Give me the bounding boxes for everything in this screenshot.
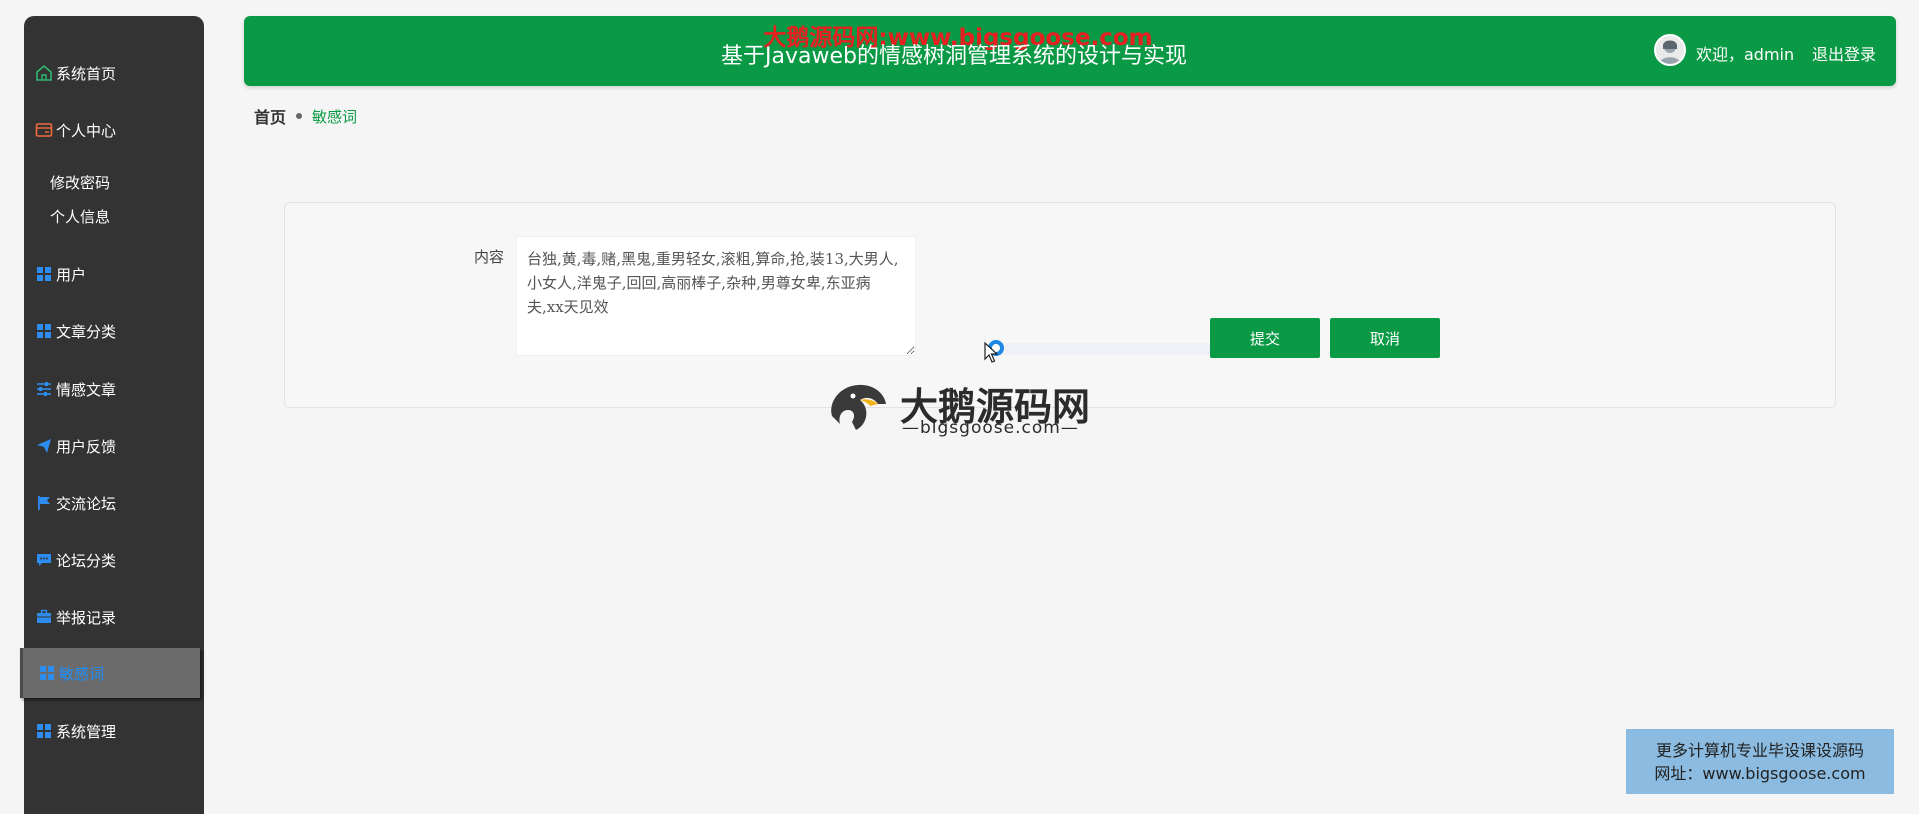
breadcrumb-current: 敏感词 — [312, 107, 358, 126]
sidebar-item-system-management[interactable]: 系统管理 — [34, 716, 116, 746]
brand-logo: 大鹅源码网 —bigsgoose.com— — [826, 376, 1096, 438]
cancel-button[interactable]: 取消 — [1330, 318, 1440, 358]
paper-plane-icon — [34, 436, 54, 456]
sidebar-item-label: 论坛分类 — [56, 551, 117, 570]
sidebar-item-user-feedback[interactable]: 用户反馈 — [34, 431, 116, 461]
user-avatar-icon — [1659, 40, 1681, 64]
sliders-icon — [34, 379, 54, 399]
header: 大鹅源码网:www.bigsgoose.com 基于Javaweb的情感树洞管理… — [244, 16, 1896, 86]
grid-icon — [34, 264, 54, 284]
mouse-cursor-icon — [984, 342, 998, 363]
sidebar-item-label: 系统管理 — [56, 722, 117, 741]
home-icon — [34, 63, 54, 83]
logout-button[interactable]: 退出登录 — [1812, 41, 1876, 65]
promo-line-1: 更多计算机专业毕设课设源码 — [1655, 741, 1864, 760]
sidebar-item-report-records[interactable]: 举报记录 — [34, 602, 116, 632]
flag-icon — [34, 493, 54, 513]
briefcase-icon — [34, 607, 54, 627]
goose-logo-icon — [831, 384, 886, 430]
sidebar-item-label: 用户反馈 — [56, 437, 117, 456]
chat-icon — [34, 550, 54, 570]
breadcrumb-separator — [296, 113, 303, 119]
breadcrumb: 首页 敏感词 — [254, 104, 357, 128]
sidebar-item-forum-category[interactable]: 论坛分类 — [34, 545, 116, 575]
sidebar-item-sensitive-words[interactable]: 敏感词 — [20, 648, 200, 698]
promo-box[interactable]: 更多计算机专业毕设课设源码 网址：www.bigsgoose.com — [1626, 729, 1894, 794]
id-card-icon — [34, 120, 54, 140]
content-label: 内容 — [474, 248, 505, 266]
sidebar-item-home[interactable]: 系统首页 — [34, 58, 116, 88]
brand-domain: —bigsgoose.com— — [902, 418, 1079, 438]
sidebar-item-personal-center[interactable]: 个人中心 — [34, 115, 116, 145]
welcome-text: 欢迎，admin — [1696, 45, 1795, 64]
sidebar-item-label: 情感文章 — [56, 380, 117, 399]
sidebar-item-label: 系统首页 — [56, 64, 117, 83]
sidebar-item-label: 敏感词 — [59, 664, 105, 683]
grid-icon — [34, 321, 54, 341]
sidebar-item-users[interactable]: 用户 — [34, 259, 86, 289]
sidebar-subitem-personal-info[interactable]: 个人信息 — [50, 206, 110, 227]
sidebar-item-emotion-articles[interactable]: 情感文章 — [34, 374, 116, 404]
sidebar-item-label: 用户 — [56, 265, 87, 284]
sidebar-item-label: 交流论坛 — [56, 494, 117, 513]
sidebar-item-label: 个人中心 — [56, 121, 117, 140]
promo-line-2: 网址：www.bigsgoose.com — [1654, 764, 1866, 783]
grid-icon — [34, 721, 54, 741]
upload-progress — [988, 340, 1212, 356]
content-textarea[interactable]: 台独,黄,毒,赌,黑鬼,重男轻女,滚粗,算命,抢,装13,大男人,小女人,洋鬼子… — [516, 236, 916, 356]
sidebar-item-label: 文章分类 — [56, 322, 117, 341]
page-title: 基于Javaweb的情感树洞管理系统的设计与实现 — [721, 44, 1187, 69]
breadcrumb-home[interactable]: 首页 — [254, 104, 286, 128]
sidebar-item-forum[interactable]: 交流论坛 — [34, 488, 116, 518]
sidebar-item-label: 举报记录 — [56, 608, 117, 627]
submit-button[interactable]: 提交 — [1210, 318, 1320, 358]
sidebar-item-article-category[interactable]: 文章分类 — [34, 316, 116, 346]
sidebar-subitem-change-password[interactable]: 修改密码 — [50, 172, 110, 193]
grid-icon — [37, 663, 57, 683]
avatar[interactable] — [1654, 34, 1686, 66]
